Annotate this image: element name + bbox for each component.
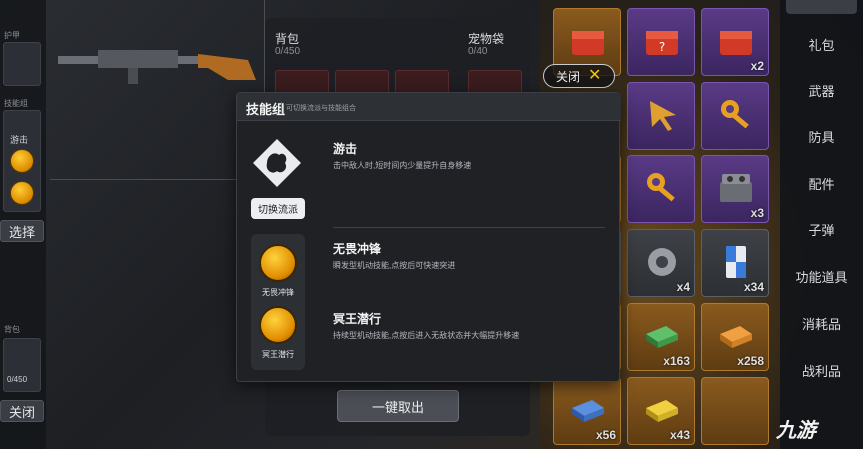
item-cell[interactable]: x2	[701, 8, 769, 76]
item-cell[interactable]: x43	[627, 377, 695, 445]
tape-roll-icon	[648, 248, 676, 276]
close-icon: ✕	[588, 67, 602, 84]
skills-label: 技能组	[4, 99, 28, 108]
skill-list: 无畏冲锋 冥王潜行	[251, 234, 305, 370]
backpack-title: 背包	[275, 32, 300, 46]
watermark-text: 九游	[776, 420, 816, 442]
item-count: x43	[669, 428, 690, 442]
item-cell[interactable]	[701, 377, 769, 445]
guerrilla-skill-icon	[253, 139, 301, 187]
key-icon	[647, 173, 675, 202]
red-loot-box-icon	[572, 31, 604, 55]
cursor-arrow-icon	[650, 101, 676, 131]
pack-label: 背包	[4, 325, 20, 334]
armor-slot[interactable]	[3, 42, 41, 86]
item-count: x258	[737, 354, 764, 368]
nav-item-gift[interactable]: 礼包	[780, 35, 863, 54]
item-cell[interactable]: x34	[701, 229, 769, 297]
item-cell[interactable]: x56	[553, 377, 621, 445]
item-cell[interactable]: x258	[701, 303, 769, 371]
blue-brick-icon	[572, 400, 604, 422]
item-cell[interactable]	[701, 82, 769, 150]
pack-slot[interactable]: 0/450	[3, 338, 41, 392]
skill-name: 游击	[333, 142, 358, 156]
item-count: x34	[743, 280, 764, 294]
svg-text:?: ?	[659, 40, 665, 54]
skill-group-modal: 技能组 可切换流派与技能组合 切换流派 游击 击中敌人时,短时间内少量提升自身移…	[236, 92, 621, 382]
nav-item-ammo[interactable]: 子弹	[780, 220, 863, 239]
nav-item-loot[interactable]: 战利品	[780, 361, 863, 380]
skill-description: 持续型机动技能,点按后进入无敌状态并大幅提升移速	[333, 331, 520, 340]
orange-brick-icon	[720, 326, 752, 348]
select-button[interactable]: 选择	[0, 220, 44, 242]
skill-coin-icon	[10, 181, 34, 205]
pet-bag-title: 宠物袋	[468, 32, 505, 46]
close-label: 关闭	[556, 69, 581, 84]
weapon-panel	[50, 0, 265, 180]
skills-slot[interactable]: 游击	[3, 110, 41, 212]
nav-item-attachments[interactable]: 配件	[780, 174, 863, 193]
pack-cap: 0/450	[7, 375, 28, 384]
pet-bag-capacity: 0/40	[468, 46, 488, 57]
nav-item-armor[interactable]: 防具	[780, 127, 863, 146]
item-cell[interactable]: x163	[627, 303, 695, 371]
category-nav: 礼包 武器 防具 配件 子弹 功能道具 消耗品 战利品	[780, 0, 863, 449]
skills-slot-text: 游击	[10, 135, 29, 145]
item-count: x163	[663, 354, 690, 368]
item-count: x4	[676, 280, 690, 294]
item-cell[interactable]: x3	[701, 155, 769, 223]
skill-description: 击中敌人时,短时间内少量提升自身移速	[333, 161, 472, 170]
take-out-all-button[interactable]: 一键取出	[337, 390, 459, 422]
nav-item-weapons[interactable]: 武器	[780, 81, 863, 100]
blue-card-icon	[726, 246, 746, 278]
item-count: x3	[750, 206, 764, 220]
key-icon	[721, 100, 749, 129]
modal-title: 技能组	[246, 102, 286, 117]
item-cell[interactable]: ?	[627, 8, 695, 76]
watermark-logo: 九游	[776, 414, 816, 443]
item-cell[interactable]	[627, 82, 695, 150]
stealth-skill-icon[interactable]	[259, 306, 297, 344]
item-count: x56	[595, 428, 616, 442]
red-loot-box-icon	[720, 31, 752, 55]
red-mystery-box-icon: ?	[646, 31, 678, 55]
skill-short-label: 无畏冲锋	[262, 288, 294, 297]
nav-top-tab[interactable]	[786, 0, 857, 14]
armor-label: 护甲	[4, 31, 20, 40]
close-button[interactable]: 关闭 ✕	[543, 64, 615, 88]
switch-style-button[interactable]: 切换流派	[251, 198, 305, 219]
divider	[333, 227, 605, 228]
item-count: x2	[750, 59, 764, 73]
skill-name: 无畏冲锋	[333, 242, 382, 256]
skill-coin-icon	[10, 149, 34, 173]
modal-header: 技能组 可切换流派与技能组合	[237, 93, 621, 121]
modal-subtitle: 可切换流派与技能组合	[286, 105, 356, 112]
charge-skill-icon[interactable]	[259, 244, 297, 282]
left-close-button[interactable]: 关闭	[0, 400, 44, 422]
skill-description: 瞬发型机动技能,点按后可快速突进	[333, 261, 456, 270]
backpack-capacity: 0/450	[275, 46, 301, 57]
title-separator	[281, 102, 282, 113]
item-cell[interactable]	[627, 155, 695, 223]
skill-short-label: 冥王潜行	[262, 350, 294, 359]
nav-item-tools[interactable]: 功能道具	[780, 267, 863, 286]
yellow-brick-icon	[646, 400, 678, 422]
nav-item-consumables[interactable]: 消耗品	[780, 314, 863, 333]
skill-name: 冥王潜行	[333, 312, 382, 326]
left-sidebar: 护甲 技能组 游击 选择 背包 0/450 关闭	[0, 0, 46, 449]
green-brick-icon	[646, 326, 678, 348]
machine-gun-icon	[58, 50, 256, 84]
toolbox-icon	[720, 174, 752, 202]
item-cell[interactable]: x4	[627, 229, 695, 297]
